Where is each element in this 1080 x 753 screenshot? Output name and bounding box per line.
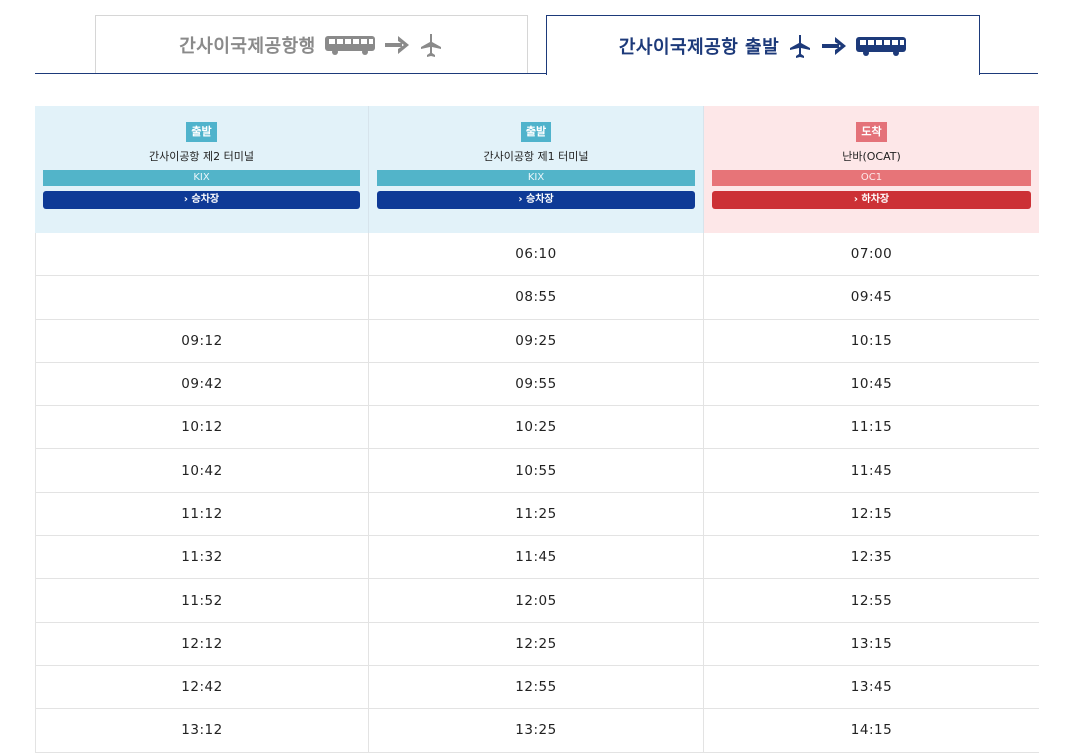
table-row: 09:12 09:25 10:15 [35, 319, 1039, 363]
time-cell: 10:15 [850, 332, 893, 349]
header-kix-terminal-2: 출발 간사이공항 제2 터미널 KIX › 승차장 [35, 106, 369, 233]
table-row: 11:12 11:25 12:15 [35, 492, 1039, 537]
boarding-location-button[interactable]: › 승차장 [377, 191, 695, 209]
table-row: 10:42 10:55 11:45 [35, 449, 1039, 493]
boarding-location-button[interactable]: › 승차장 [43, 191, 360, 209]
airplane-icon [418, 32, 444, 58]
time-cell: 10:25 [369, 406, 704, 449]
bus-icon [855, 35, 907, 57]
time-cell: 10:12 [35, 406, 369, 449]
time-cell: 10:45 [850, 376, 893, 393]
time-cell: 06:10 [369, 233, 704, 276]
departure-badge: 출발 [186, 122, 217, 142]
time-cell: 12:12 [35, 622, 369, 665]
time-cell: 11:25 [369, 492, 704, 536]
table-row: 11:32 11:45 12:35 [35, 536, 1039, 580]
stop-code: KIX [377, 170, 695, 186]
time-cell: 09:45 [850, 289, 893, 306]
time-cell: 13:25 [369, 709, 704, 752]
time-cell: 09:25 [369, 319, 704, 362]
stop-name: 간사이공항 제2 터미널 [148, 150, 255, 163]
arrival-badge: 도착 [856, 122, 887, 142]
time-cell: 11:52 [35, 579, 369, 622]
table-row: 13:12 13:25 14:15 [35, 709, 1039, 753]
table-row: 09:42 09:55 10:45 [35, 362, 1039, 407]
timetable: 출발 간사이공항 제2 터미널 KIX › 승차장 출발 간사이공항 제1 터미… [35, 106, 1039, 753]
time-cell: 13:12 [35, 709, 369, 752]
tab-to-kansai-airport[interactable]: 간사이국제공항행 [95, 15, 528, 73]
time-cell: 11:45 [850, 462, 893, 479]
header-kix-terminal-1: 출발 간사이공항 제1 터미널 KIX › 승차장 [369, 106, 704, 233]
time-cell: 07:00 [850, 246, 893, 263]
time-cell: 13:15 [850, 635, 893, 652]
time-cell: 09:55 [369, 362, 704, 406]
table-row: 12:12 12:25 13:15 [35, 622, 1039, 666]
stop-code: KIX [43, 170, 360, 186]
table-row: 11:52 12:05 12:55 [35, 579, 1039, 623]
stop-code: OC1 [712, 170, 1031, 186]
time-cell: 13:45 [850, 679, 893, 696]
arrow-right-icon [821, 36, 847, 56]
stop-name: 간사이공항 제1 터미널 [483, 150, 589, 163]
time-cell: 12:55 [369, 665, 704, 709]
tab-label: 간사이국제공항 출발 [618, 36, 780, 58]
tab-from-kansai-airport[interactable]: 간사이국제공항 출발 [546, 15, 980, 75]
time-cell: 12:42 [35, 665, 369, 709]
stop-name: 난바(OCAT) [842, 150, 901, 163]
time-cell: 11:12 [35, 492, 369, 536]
bus-icon [324, 34, 376, 56]
arrow-right-icon [384, 35, 410, 55]
table-row: 10:12 10:25 11:15 [35, 406, 1039, 450]
time-cell: 09:42 [35, 362, 369, 406]
alighting-location-button[interactable]: › 하차장 [712, 191, 1031, 209]
time-cell: 08:55 [369, 276, 704, 319]
time-cell: 10:42 [35, 449, 369, 492]
time-cell: 11:32 [35, 536, 369, 579]
time-cell: 10:55 [369, 449, 704, 492]
airplane-icon [787, 33, 813, 59]
time-cell: 09:12 [35, 319, 369, 362]
time-cell: 12:35 [850, 549, 893, 566]
time-cell [35, 276, 369, 319]
time-cell [35, 233, 369, 276]
time-cell: 12:25 [369, 622, 704, 665]
time-cell: 12:05 [369, 579, 704, 622]
table-row: 08:55 09:45 [35, 276, 1039, 320]
time-cell: 12:55 [850, 592, 893, 609]
time-cell: 11:15 [850, 419, 893, 436]
time-cell: 12:15 [850, 505, 893, 522]
route-tabs: 간사이국제공항행 간사이국제공항 출발 [0, 0, 1080, 76]
departure-badge: 출발 [520, 122, 552, 142]
table-row: 12:42 12:55 13:45 [35, 665, 1039, 710]
tab-label: 간사이국제공항행 [179, 35, 316, 57]
header-namba-ocat: 도착 난바(OCAT) OC1 › 하차장 [704, 106, 1039, 233]
time-cell: 11:45 [369, 536, 704, 579]
table-row: 06:10 07:00 [35, 233, 1039, 277]
timetable-header: 출발 간사이공항 제2 터미널 KIX › 승차장 출발 간사이공항 제1 터미… [35, 106, 1039, 233]
time-cell: 14:15 [850, 722, 893, 739]
